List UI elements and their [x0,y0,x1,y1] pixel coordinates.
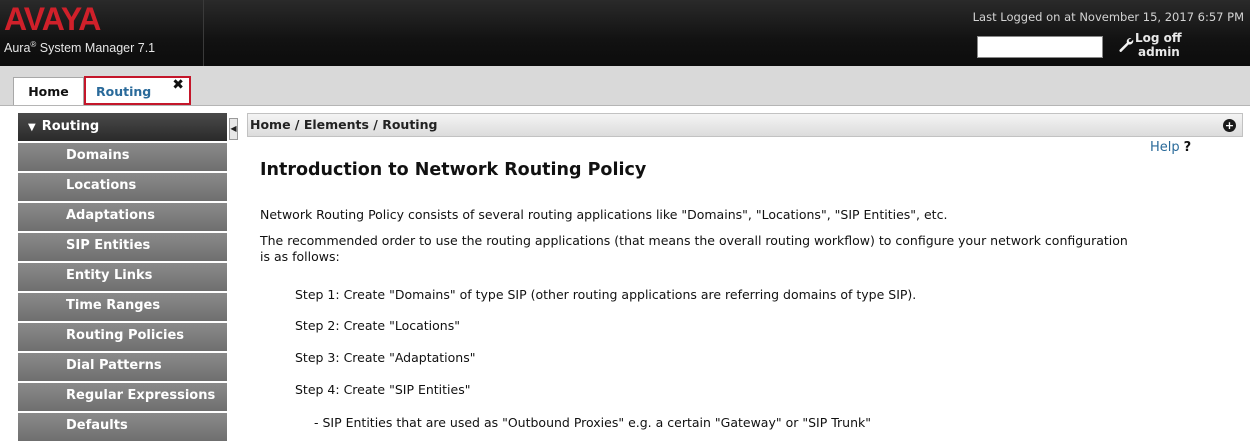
step-4-detail: - SIP Entities that are used as "Outboun… [314,415,871,430]
close-icon[interactable]: ✖ [172,72,184,99]
intro-paragraph: Network Routing Policy consists of sever… [260,207,948,222]
breadcrumb: Home / Elements / Routing [250,117,438,132]
sidebar-item-locations[interactable]: Locations [18,173,227,201]
triangle-down-icon: ▼ [28,122,36,133]
tab-home[interactable]: Home [13,77,84,105]
sidebar-item-regular-expressions[interactable]: Regular Expressions [18,383,227,411]
tab-bar: Home Routing ✖ [0,66,1250,106]
wrench-icon [1118,37,1134,57]
step-3: Step 3: Create "Adaptations" [295,350,476,365]
tab-routing-label: Routing [96,84,152,99]
plus-icon[interactable]: + [1223,119,1236,132]
sidebar-item-sip-entities[interactable]: SIP Entities [18,233,227,261]
avaya-logo: AVAYA [4,1,101,37]
help-link[interactable]: Help? [1150,140,1191,155]
logoff-label: Log off [1135,31,1182,45]
step-4: Step 4: Create "SIP Entities" [295,382,471,397]
sidebar-title: Routing [41,119,100,134]
help-question-icon: ? [1183,140,1192,155]
routing-sidebar: ▼ Routing Domains Locations Adaptations S… [18,113,227,441]
product-name: Aura® System Manager 7.1 [4,40,156,56]
sidebar-item-domains[interactable]: Domains [18,143,227,171]
top-header: AVAYA Aura® System Manager 7.1 Last Logg… [0,0,1250,66]
sidebar-item-routing-policies[interactable]: Routing Policies [18,323,227,351]
sidebar-item-defaults[interactable]: Defaults [18,413,227,441]
page-title: Introduction to Network Routing Policy [260,160,647,180]
sidebar-item-adaptations[interactable]: Adaptations [18,203,227,231]
search-input[interactable] [977,36,1103,58]
last-logged-text: Last Logged on at November 15, 2017 6:57… [972,10,1244,24]
username: admin [1138,45,1180,59]
tab-routing[interactable]: Routing ✖ [84,76,191,105]
sidebar-item-dial-patterns[interactable]: Dial Patterns [18,353,227,381]
brand-area: AVAYA Aura® System Manager 7.1 [0,0,204,66]
logoff-button[interactable]: Log off admin [1118,30,1238,62]
sidebar-item-entity-links[interactable]: Entity Links [18,263,227,291]
breadcrumb-bar: Home / Elements / Routing + [247,113,1243,137]
sidebar-item-time-ranges[interactable]: Time Ranges [18,293,227,321]
step-1: Step 1: Create "Domains" of type SIP (ot… [295,287,917,302]
help-label: Help [1150,140,1180,155]
order-paragraph: The recommended order to use the routing… [260,233,1128,264]
step-2: Step 2: Create "Locations" [295,318,460,333]
sidebar-header-routing[interactable]: ▼ Routing [18,113,227,141]
collapse-sidebar-button[interactable]: ◀ [229,118,238,140]
